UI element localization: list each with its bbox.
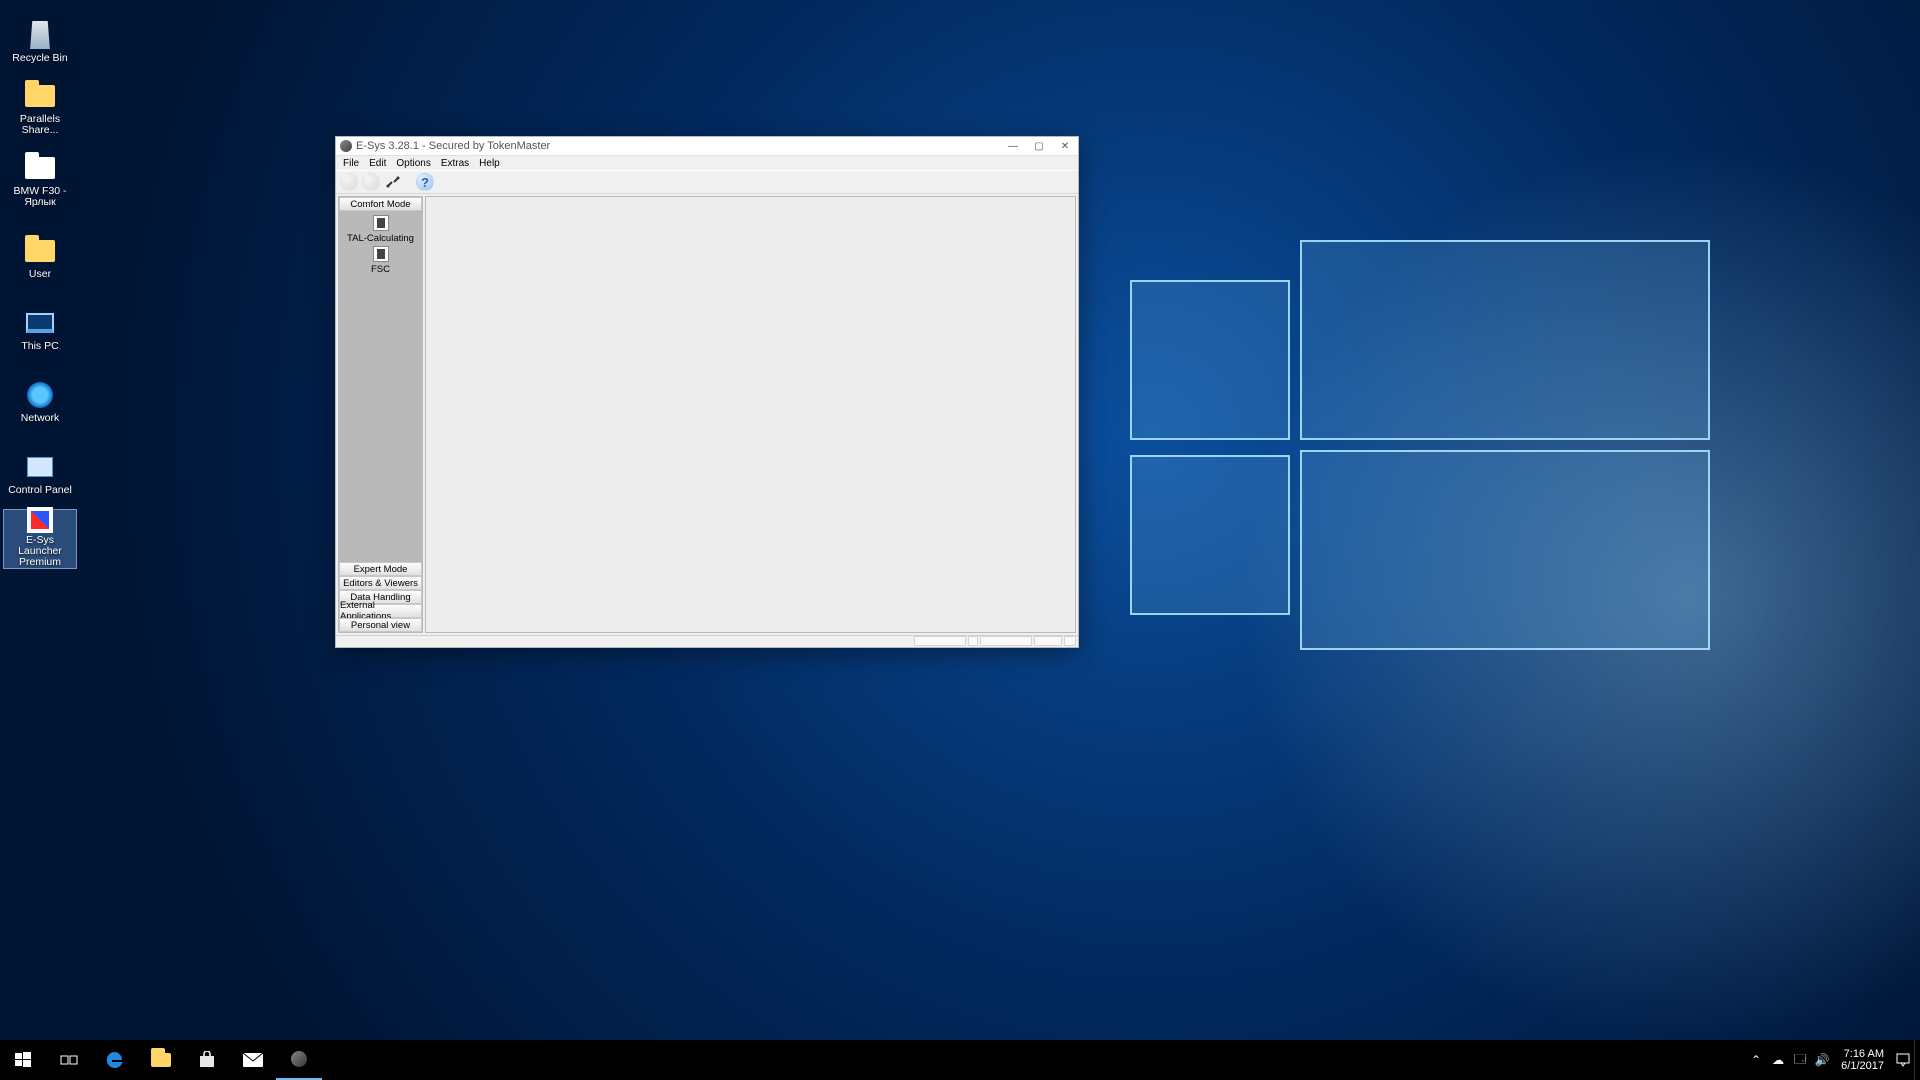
task-view-button[interactable] [46,1040,92,1080]
clock-time: 7:16 AM [1841,1048,1884,1060]
close-button[interactable]: ✕ [1052,137,1078,155]
sidebar-content: TAL-Calculating FSC [339,211,422,562]
desktop-icon-label: Control Panel [8,485,72,496]
logo-pane [1130,280,1290,440]
status-bar [336,635,1078,647]
sidebar-item-label: TAL-Calculating [347,233,414,244]
show-desktop-button[interactable] [1914,1040,1920,1080]
desktop-icon-label: Network [21,413,60,424]
desktop-icon-parallels-share[interactable]: Parallels Share... [4,78,76,136]
tray-network-icon[interactable]: 🗔 [1789,1040,1811,1080]
esys-window: E-Sys 3.28.1 - Secured by TokenMaster — … [335,136,1079,648]
mail-icon [243,1053,263,1067]
app-body: Comfort Mode TAL-Calculating FSC Expert … [336,194,1078,635]
module-icon [373,246,389,262]
desktop-icon-this-pc[interactable]: This PC [4,294,76,352]
desktop-icon-recycle-bin[interactable]: Recycle Bin [4,6,76,64]
taskbar-mail[interactable] [230,1040,276,1080]
folder-icon [151,1053,171,1067]
task-view-icon [60,1053,78,1067]
sidebar-header-comfort-mode[interactable]: Comfort Mode [339,197,422,211]
recycle-bin-icon [29,21,51,49]
status-cell [1034,636,1062,646]
desktop-icon-label: Parallels Share... [6,114,74,136]
windows-icon [15,1052,31,1068]
module-icon [373,215,389,231]
menu-extras[interactable]: Extras [436,158,474,169]
sidebar-header-editors-viewers[interactable]: Editors & Viewers [339,576,422,590]
desktop-icon-bmw-f30[interactable]: BMW F30 - Ярлык [4,150,76,208]
sidebar-header-expert-mode[interactable]: Expert Mode [339,562,422,576]
sidebar-header-personal-view[interactable]: Personal view [339,618,422,632]
status-cell [968,636,978,646]
main-content-area [425,196,1076,633]
clock-date: 6/1/2017 [1841,1060,1884,1072]
app-icon [27,507,53,533]
desktop-icons: Recycle Bin Parallels Share... BMW F30 -… [4,6,84,582]
desktop-icon-esys-launcher[interactable]: E-Sys Launcher Premium [4,510,76,568]
titlebar[interactable]: E-Sys 3.28.1 - Secured by TokenMaster — … [336,137,1078,156]
toolbar: ? [336,170,1078,194]
taskbar: ⌃ ☁ 🗔 🔊 7:16 AM 6/1/2017 [0,1040,1920,1080]
connection-icon [385,174,401,190]
toolbar-help-button[interactable]: ? [416,173,434,191]
control-panel-icon [27,457,53,477]
logo-pane [1300,450,1710,650]
app-icon [340,140,352,152]
logo-pane [1300,240,1710,440]
start-button[interactable] [0,1040,46,1080]
tray-onedrive-icon[interactable]: ☁ [1767,1040,1789,1080]
toolbar-connect-button [340,173,358,191]
sidebar: Comfort Mode TAL-Calculating FSC Expert … [338,196,423,633]
desktop-icon-label: Recycle Bin [12,53,67,64]
windows-logo-art [1130,240,1710,670]
taskbar-edge[interactable] [92,1040,138,1080]
window-title: E-Sys 3.28.1 - Secured by TokenMaster [356,140,1000,152]
desktop-icon-label: E-Sys Launcher Premium [6,535,74,568]
esys-icon [291,1051,307,1067]
edge-icon [105,1050,125,1070]
menu-options[interactable]: Options [391,158,435,169]
notification-icon [1895,1052,1911,1068]
desktop-icon-label: User [29,269,51,280]
minimize-button[interactable]: — [1000,137,1026,155]
pc-icon [26,313,54,333]
taskbar-clock[interactable]: 7:16 AM 6/1/2017 [1833,1048,1892,1072]
status-cell [980,636,1032,646]
taskbar-esys-app[interactable] [276,1040,322,1080]
sidebar-header-external-applications[interactable]: External Applications [339,604,422,618]
menu-help[interactable]: Help [474,158,505,169]
desktop-icon-user[interactable]: User [4,222,76,280]
tray-volume-icon[interactable]: 🔊 [1811,1040,1833,1080]
menu-bar: File Edit Options Extras Help [336,156,1078,170]
desktop-icon-control-panel[interactable]: Control Panel [4,438,76,496]
status-cell [914,636,966,646]
tray-chevron-up-icon[interactable]: ⌃ [1745,1040,1767,1080]
menu-edit[interactable]: Edit [364,158,391,169]
taskbar-file-explorer[interactable] [138,1040,184,1080]
sidebar-item-fsc[interactable]: FSC [339,246,422,275]
sidebar-item-label: FSC [371,264,390,275]
action-center-button[interactable] [1892,1040,1914,1080]
toolbar-connection-button[interactable] [384,173,402,191]
menu-file[interactable]: File [338,158,364,169]
desktop-icon-label: This PC [21,341,58,352]
folder-icon [25,157,55,179]
status-cell [1064,636,1076,646]
network-icon [27,382,53,408]
toolbar-disconnect-button [362,173,380,191]
maximize-button[interactable]: ▢ [1026,137,1052,155]
folder-icon [25,85,55,107]
user-folder-icon [25,240,55,262]
taskbar-store[interactable] [184,1040,230,1080]
desktop-icon-label: BMW F30 - Ярлык [6,186,74,208]
logo-pane [1130,455,1290,615]
sidebar-item-tal-calculating[interactable]: TAL-Calculating [339,215,422,244]
desktop-icon-network[interactable]: Network [4,366,76,424]
store-icon [198,1051,216,1069]
